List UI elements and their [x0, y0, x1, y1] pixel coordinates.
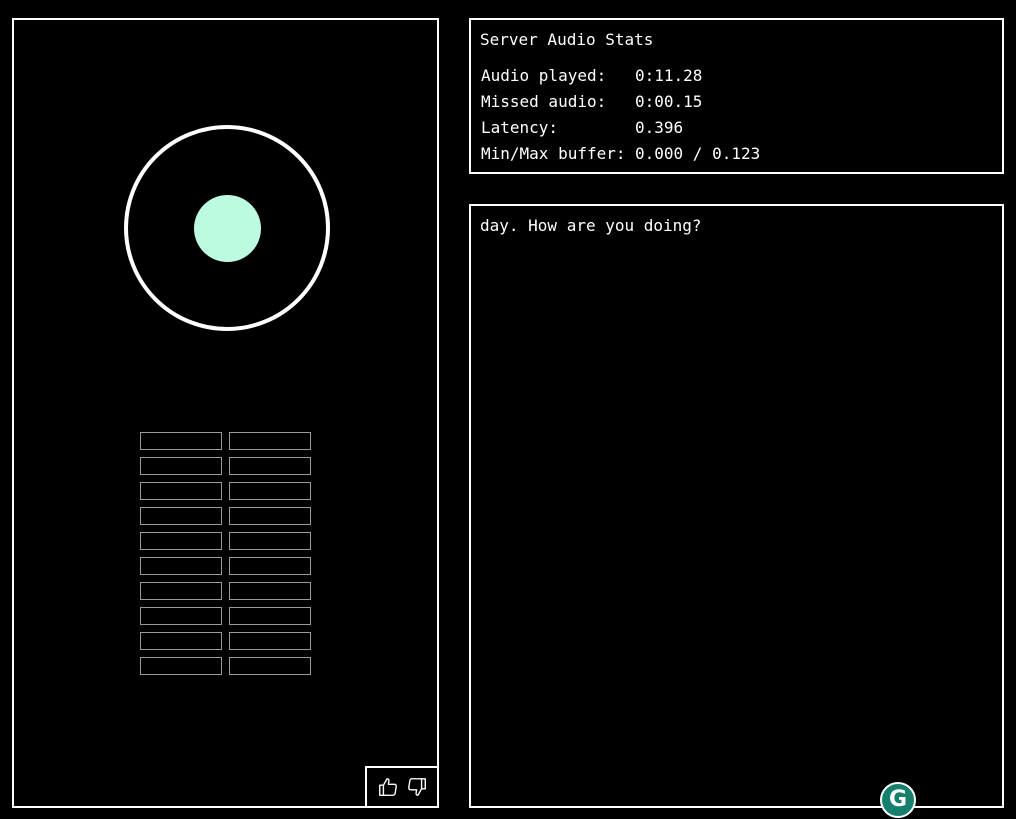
stat-value: 0:11.28	[635, 66, 703, 85]
transcript-text: day. How are you doing?	[480, 216, 702, 235]
level-bar-cell	[140, 482, 222, 500]
level-bar-cell	[140, 432, 222, 450]
thumbs-down-button[interactable]	[405, 775, 429, 799]
thumbs-down-icon	[407, 778, 426, 796]
level-bar-cell	[229, 457, 311, 475]
feedback-box	[365, 766, 437, 806]
level-bar-cell	[140, 582, 222, 600]
stat-label: Audio played:	[481, 66, 607, 85]
stat-row-missed-audio: Missed audio: 0:00.15	[481, 89, 760, 115]
stat-label: Min/Max buffer:	[481, 144, 626, 163]
stats-rows: Audio played: 0:11.28 Missed audio: 0:00…	[481, 63, 760, 167]
stat-row-latency: Latency: 0.396	[481, 115, 760, 141]
level-bar-cell	[229, 632, 311, 650]
transcript-panel: day. How are you doing?	[469, 204, 1004, 808]
thumbs-up-icon	[378, 778, 397, 796]
level-bar-cell	[229, 507, 311, 525]
visualizer-dot-icon	[194, 195, 261, 262]
level-bar-cell	[229, 657, 311, 675]
level-bars	[140, 432, 311, 675]
grammarly-button[interactable]: G	[880, 782, 916, 818]
stat-label: Missed audio:	[481, 92, 607, 111]
level-bar-cell	[140, 607, 222, 625]
level-bar-cell	[140, 507, 222, 525]
level-bar-cell	[229, 532, 311, 550]
audio-visualizer-panel	[12, 18, 439, 808]
stat-value: 0:00.15	[635, 92, 703, 111]
level-bar-cell	[229, 607, 311, 625]
stat-value: 0.396	[635, 118, 684, 137]
level-bar-cell	[140, 557, 222, 575]
level-bar-cell	[140, 457, 222, 475]
level-bar-cell	[229, 482, 311, 500]
visualizer-ring-icon	[124, 125, 330, 331]
thumbs-up-button[interactable]	[376, 775, 400, 799]
stat-row-min-max-buffer: Min/Max buffer: 0.000 / 0.123	[481, 141, 760, 167]
grammarly-icon: G	[888, 787, 908, 812]
stat-label: Latency:	[481, 118, 559, 137]
level-bar-cell	[229, 582, 311, 600]
server-audio-stats-panel: Server Audio Stats Audio played: 0:11.28…	[469, 18, 1004, 174]
level-bar-cell	[229, 557, 311, 575]
level-bar-cell	[140, 632, 222, 650]
level-bar-cell	[140, 657, 222, 675]
level-bar-cell	[229, 432, 311, 450]
stat-row-audio-played: Audio played: 0:11.28	[481, 63, 760, 89]
stats-title: Server Audio Stats	[480, 30, 654, 49]
level-bar-cell	[140, 532, 222, 550]
stat-value: 0.000 / 0.123	[635, 144, 761, 163]
